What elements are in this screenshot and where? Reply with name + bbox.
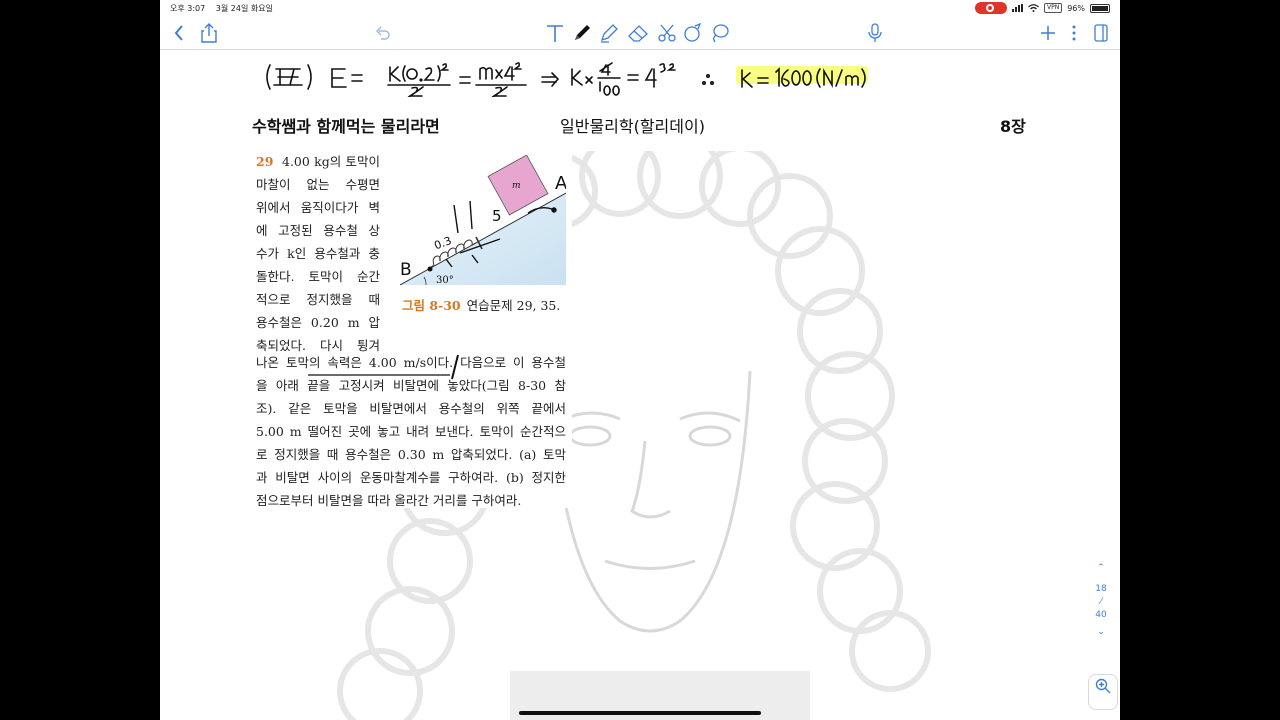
problem-line: 점으로부터 비탈면을 따라 올라간 거리를 구하여라. bbox=[256, 493, 522, 508]
problem-number: 29 bbox=[256, 154, 274, 169]
incline-spring-figure: m 30° A B 5 0.3 bbox=[400, 155, 566, 286]
pen-icon[interactable] bbox=[571, 22, 593, 44]
add-icon[interactable] bbox=[1037, 22, 1059, 44]
prev-page-icon[interactable]: ⌃ bbox=[1090, 562, 1112, 575]
text-tool-icon[interactable] bbox=[544, 22, 566, 44]
home-indicator[interactable] bbox=[519, 711, 761, 715]
screen-recording-icon[interactable] bbox=[975, 2, 1007, 14]
battery-icon bbox=[1090, 3, 1110, 13]
problem-line: 29 4.00 kg의 토막이 bbox=[256, 154, 380, 169]
header-chapter: 8장 bbox=[1000, 117, 1026, 136]
problem-line: 5.00 m 떨어진 곳에 놓고 내려 보낸다. 토막이 순간적으 bbox=[256, 424, 566, 439]
handwritten-solution bbox=[266, 62, 866, 97]
handwritten-underline bbox=[308, 354, 459, 380]
block-label: m bbox=[512, 181, 521, 191]
figure-caption-text: 연습문제 29, 35. bbox=[466, 298, 561, 313]
header-book-title: 일반물리학(할리데이) bbox=[560, 117, 705, 136]
notes-app-screen: 오후 3:07 3월 24일 화요일 VPN 96% 수학쌤과 함께먹는 물리라… bbox=[160, 0, 1120, 720]
document-page[interactable]: 수학쌤과 함께먹는 물리라면 일반물리학(할리데이) 8장 29 4.00 kg… bbox=[160, 51, 1120, 720]
battery-percent: 96% bbox=[1067, 3, 1085, 13]
microphone-icon[interactable] bbox=[864, 22, 886, 44]
problem-line: 에 고정된 용수철 상 bbox=[256, 223, 380, 238]
header-title-left: 수학쌤과 함께먹는 물리라면 bbox=[252, 117, 440, 136]
handwritten-mark-a: A bbox=[555, 173, 566, 194]
figure-caption-label: 그림 8-30 bbox=[402, 298, 461, 313]
figure-caption: 그림 8-30 연습문제 29, 35. bbox=[402, 295, 560, 314]
page-navigator[interactable]: ⌃ 18 ⁄ 40 ⌄ bbox=[1090, 562, 1112, 639]
current-page-number: 18 bbox=[1095, 584, 1107, 594]
shape-icon[interactable] bbox=[682, 22, 704, 44]
problem-line: 로 정지했을 때 용수철은 0.30 m 압축되었다. (a) 토막 bbox=[256, 447, 566, 462]
total-page-count: 40 bbox=[1095, 610, 1107, 620]
cellular-signal-icon bbox=[1012, 4, 1023, 12]
page-layout-icon[interactable] bbox=[1090, 22, 1112, 44]
back-icon[interactable] bbox=[168, 22, 190, 44]
highlighter-icon[interactable] bbox=[598, 22, 620, 44]
zoom-icon[interactable] bbox=[1095, 678, 1111, 694]
wifi-icon bbox=[1028, 4, 1039, 12]
spring-base-point bbox=[427, 266, 433, 272]
toolbar bbox=[160, 16, 1120, 50]
problem-line: 돌한다. 토막이 순간 bbox=[256, 269, 380, 284]
problem-line: 적으로 정지했을 때 bbox=[256, 292, 380, 307]
status-date: 3월 24일 화요일 bbox=[215, 4, 273, 13]
page-separator-icon: ⁄ bbox=[1100, 597, 1102, 607]
problem-line: 용수철은 0.20 m 압 bbox=[256, 315, 380, 330]
lasso-icon[interactable] bbox=[709, 22, 731, 44]
eraser-icon[interactable] bbox=[627, 22, 649, 44]
zoom-button[interactable] bbox=[1088, 674, 1118, 710]
handwritten-mark-b: B bbox=[400, 260, 412, 280]
problem-text-narrow: 29 4.00 kg의 토막이 마찰이 없는 수평면 위에서 움직이다가 벽 에… bbox=[256, 150, 380, 357]
vpn-badge: VPN bbox=[1044, 3, 1063, 13]
share-icon[interactable] bbox=[198, 22, 220, 44]
handwritten-mark-5: 5 bbox=[492, 207, 502, 225]
problem-line: 조). 같은 토막을 비탈면에서 용수철의 위쪽 끝에서 bbox=[256, 401, 566, 416]
more-icon[interactable] bbox=[1063, 22, 1085, 44]
undo-icon[interactable] bbox=[372, 22, 394, 44]
problem-line: 위에서 움직이다가 벽 bbox=[256, 200, 380, 215]
problem-line: 과 비탈면 사이의 운동마찰계수를 구하여라. (b) 정지한 bbox=[256, 470, 566, 485]
scissors-icon[interactable] bbox=[656, 22, 678, 44]
angle-label: 30° bbox=[436, 275, 454, 286]
next-page-icon[interactable]: ⌄ bbox=[1090, 626, 1112, 639]
status-time: 오후 3:07 bbox=[170, 4, 206, 13]
status-bar: 오후 3:07 3월 24일 화요일 VPN 96% bbox=[160, 0, 1120, 16]
problem-line: 수가 k인 용수철과 충 bbox=[256, 246, 380, 261]
problem-line: 마찰이 없는 수평면 bbox=[256, 177, 380, 192]
